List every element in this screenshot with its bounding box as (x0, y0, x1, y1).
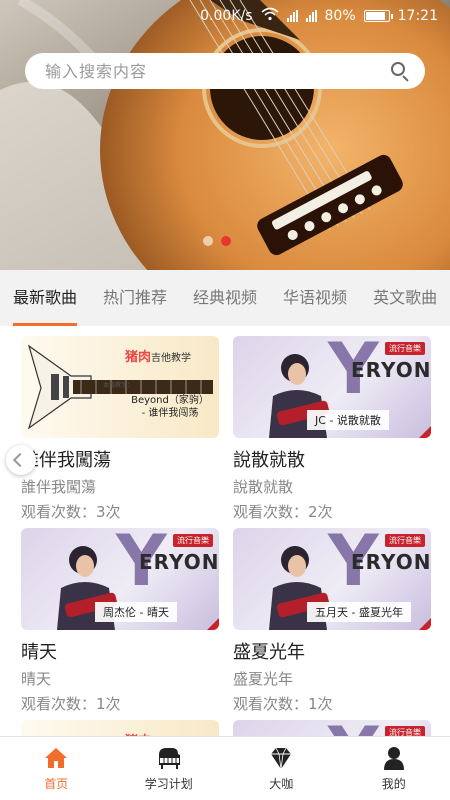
song-card[interactable]: Y ERYON 流行音樂 五月天 - 盛夏光年 盛夏光年 盛夏光年 观看次数：1… (233, 528, 431, 715)
status-bar: 0.00K/s 80% 17:21 (0, 0, 450, 32)
bottom-navigation: 首页 学习计划 大咖 我的 (0, 736, 450, 800)
piano-icon (156, 745, 182, 771)
song-card[interactable]: 猪肉吉他教学 本篇教学： Beyond（家驹） - 谁伴我闯荡 誰伴我闖蕩 誰伴我… (21, 336, 219, 523)
thumb-caption: 周杰伦 - 晴天 (95, 602, 177, 622)
carousel-dot[interactable] (203, 236, 213, 246)
song-thumbnail[interactable]: Y 流行音樂 (233, 720, 431, 736)
song-thumbnail[interactable]: Y ERYON 流行音樂 周杰伦 - 晴天 (21, 528, 219, 630)
nav-study-plan[interactable]: 学习计划 (113, 737, 226, 800)
nav-mine[interactable]: 我的 (338, 737, 450, 800)
carousel-indicator (203, 236, 231, 246)
diamond-icon (268, 745, 294, 771)
song-title[interactable]: 盛夏光年 (233, 640, 431, 666)
corner-marker (419, 426, 431, 438)
nav-label: 学习计划 (144, 777, 193, 791)
search-bar[interactable] (25, 53, 425, 89)
song-subtitle: 晴天 (21, 670, 52, 688)
battery-level: 80% (324, 8, 356, 24)
view-count: 观看次数：3次 (21, 503, 121, 521)
app-screen: 0.00K/s 80% 17:21 最新歌曲 热门推荐 经典视频 华语视频 英文… (0, 0, 450, 800)
logo-big-letter: Y (328, 720, 379, 736)
search-icon[interactable] (389, 60, 411, 82)
song-card[interactable]: 猪肉 (21, 720, 219, 736)
genre-badge: 流行音樂 (385, 726, 425, 736)
tab-classic-videos[interactable]: 经典视频 (180, 270, 270, 326)
nav-big-shots[interactable]: 大咖 (225, 737, 338, 800)
banner-carousel[interactable]: 0.00K/s 80% 17:21 (0, 0, 450, 270)
logo-text: ERYON (351, 550, 431, 574)
tab-english-songs[interactable]: 英文歌曲 (360, 270, 450, 326)
song-subtitle: 誰伴我闖蕩 (21, 478, 97, 496)
tab-hot-recommend[interactable]: 热门推荐 (90, 270, 180, 326)
corner-marker (207, 618, 219, 630)
logo-text: ERYON (351, 358, 431, 382)
song-card[interactable]: Y 流行音樂 (233, 720, 431, 736)
view-count: 观看次数：2次 (233, 503, 333, 521)
song-thumbnail[interactable]: Y ERYON 流行音樂 JC - 说散就散 (233, 336, 431, 438)
nav-label: 首页 (44, 777, 69, 791)
song-title[interactable]: 晴天 (21, 640, 219, 666)
logo-text: ERYON (139, 550, 219, 574)
song-card[interactable]: Y ERYON 流行音樂 周杰伦 - 晴天 晴天 晴天 观看次数：1次 (21, 528, 219, 715)
signal-icon-2 (305, 10, 317, 22)
thumb-caption: JC - 说散就散 (307, 410, 389, 430)
song-title[interactable]: 誰伴我闖蕩 (21, 448, 219, 474)
tab-latest-songs[interactable]: 最新歌曲 (0, 270, 90, 326)
song-grid: 猪肉吉他教学 本篇教学： Beyond（家驹） - 谁伴我闯荡 誰伴我闖蕩 誰伴我… (0, 326, 450, 736)
network-speed: 0.00K/s (200, 8, 253, 24)
song-thumbnail[interactable]: 猪肉吉他教学 本篇教学： Beyond（家驹） - 谁伴我闯荡 (21, 336, 219, 438)
clock: 17:21 (397, 8, 438, 24)
battery-icon (363, 10, 393, 22)
corner-marker (419, 618, 431, 630)
song-thumbnail[interactable]: 猪肉 (21, 720, 219, 736)
nav-label: 我的 (381, 777, 406, 791)
category-tabs: 最新歌曲 热门推荐 经典视频 华语视频 英文歌曲 (0, 270, 450, 326)
lesson-song-text: Beyond（家驹） - 谁伴我闯荡 (131, 395, 209, 419)
song-subtitle: 說散就散 (233, 478, 294, 496)
song-title[interactable]: 說散就散 (233, 448, 431, 474)
lesson-label: 本篇教学： (103, 382, 134, 389)
wifi-icon (260, 7, 279, 25)
view-count: 观看次数：1次 (21, 695, 121, 713)
genre-badge: 流行音樂 (385, 534, 425, 547)
nav-label: 大咖 (269, 777, 294, 791)
genre-badge: 流行音樂 (173, 534, 213, 547)
carousel-dot-active[interactable] (221, 236, 231, 246)
brand-logo-text: 猪肉吉他教学 (125, 350, 192, 365)
song-thumbnail[interactable]: Y ERYON 流行音樂 五月天 - 盛夏光年 (233, 528, 431, 630)
person-icon (381, 745, 407, 771)
song-subtitle: 盛夏光年 (233, 670, 294, 688)
view-count: 观看次数：1次 (233, 695, 333, 713)
thumb-caption: 五月天 - 盛夏光年 (307, 602, 411, 622)
nav-home[interactable]: 首页 (0, 737, 113, 800)
signal-icon (286, 10, 298, 22)
search-input[interactable] (45, 61, 389, 81)
genre-badge: 流行音樂 (385, 342, 425, 355)
floating-side-handle[interactable] (6, 445, 36, 475)
tab-chinese-videos[interactable]: 华语视频 (270, 270, 360, 326)
song-card[interactable]: Y ERYON 流行音樂 JC - 说散就散 說散就散 說散就散 观看次数：2次 (233, 336, 431, 523)
guitar-banner-image (0, 0, 450, 270)
home-icon (43, 745, 69, 771)
